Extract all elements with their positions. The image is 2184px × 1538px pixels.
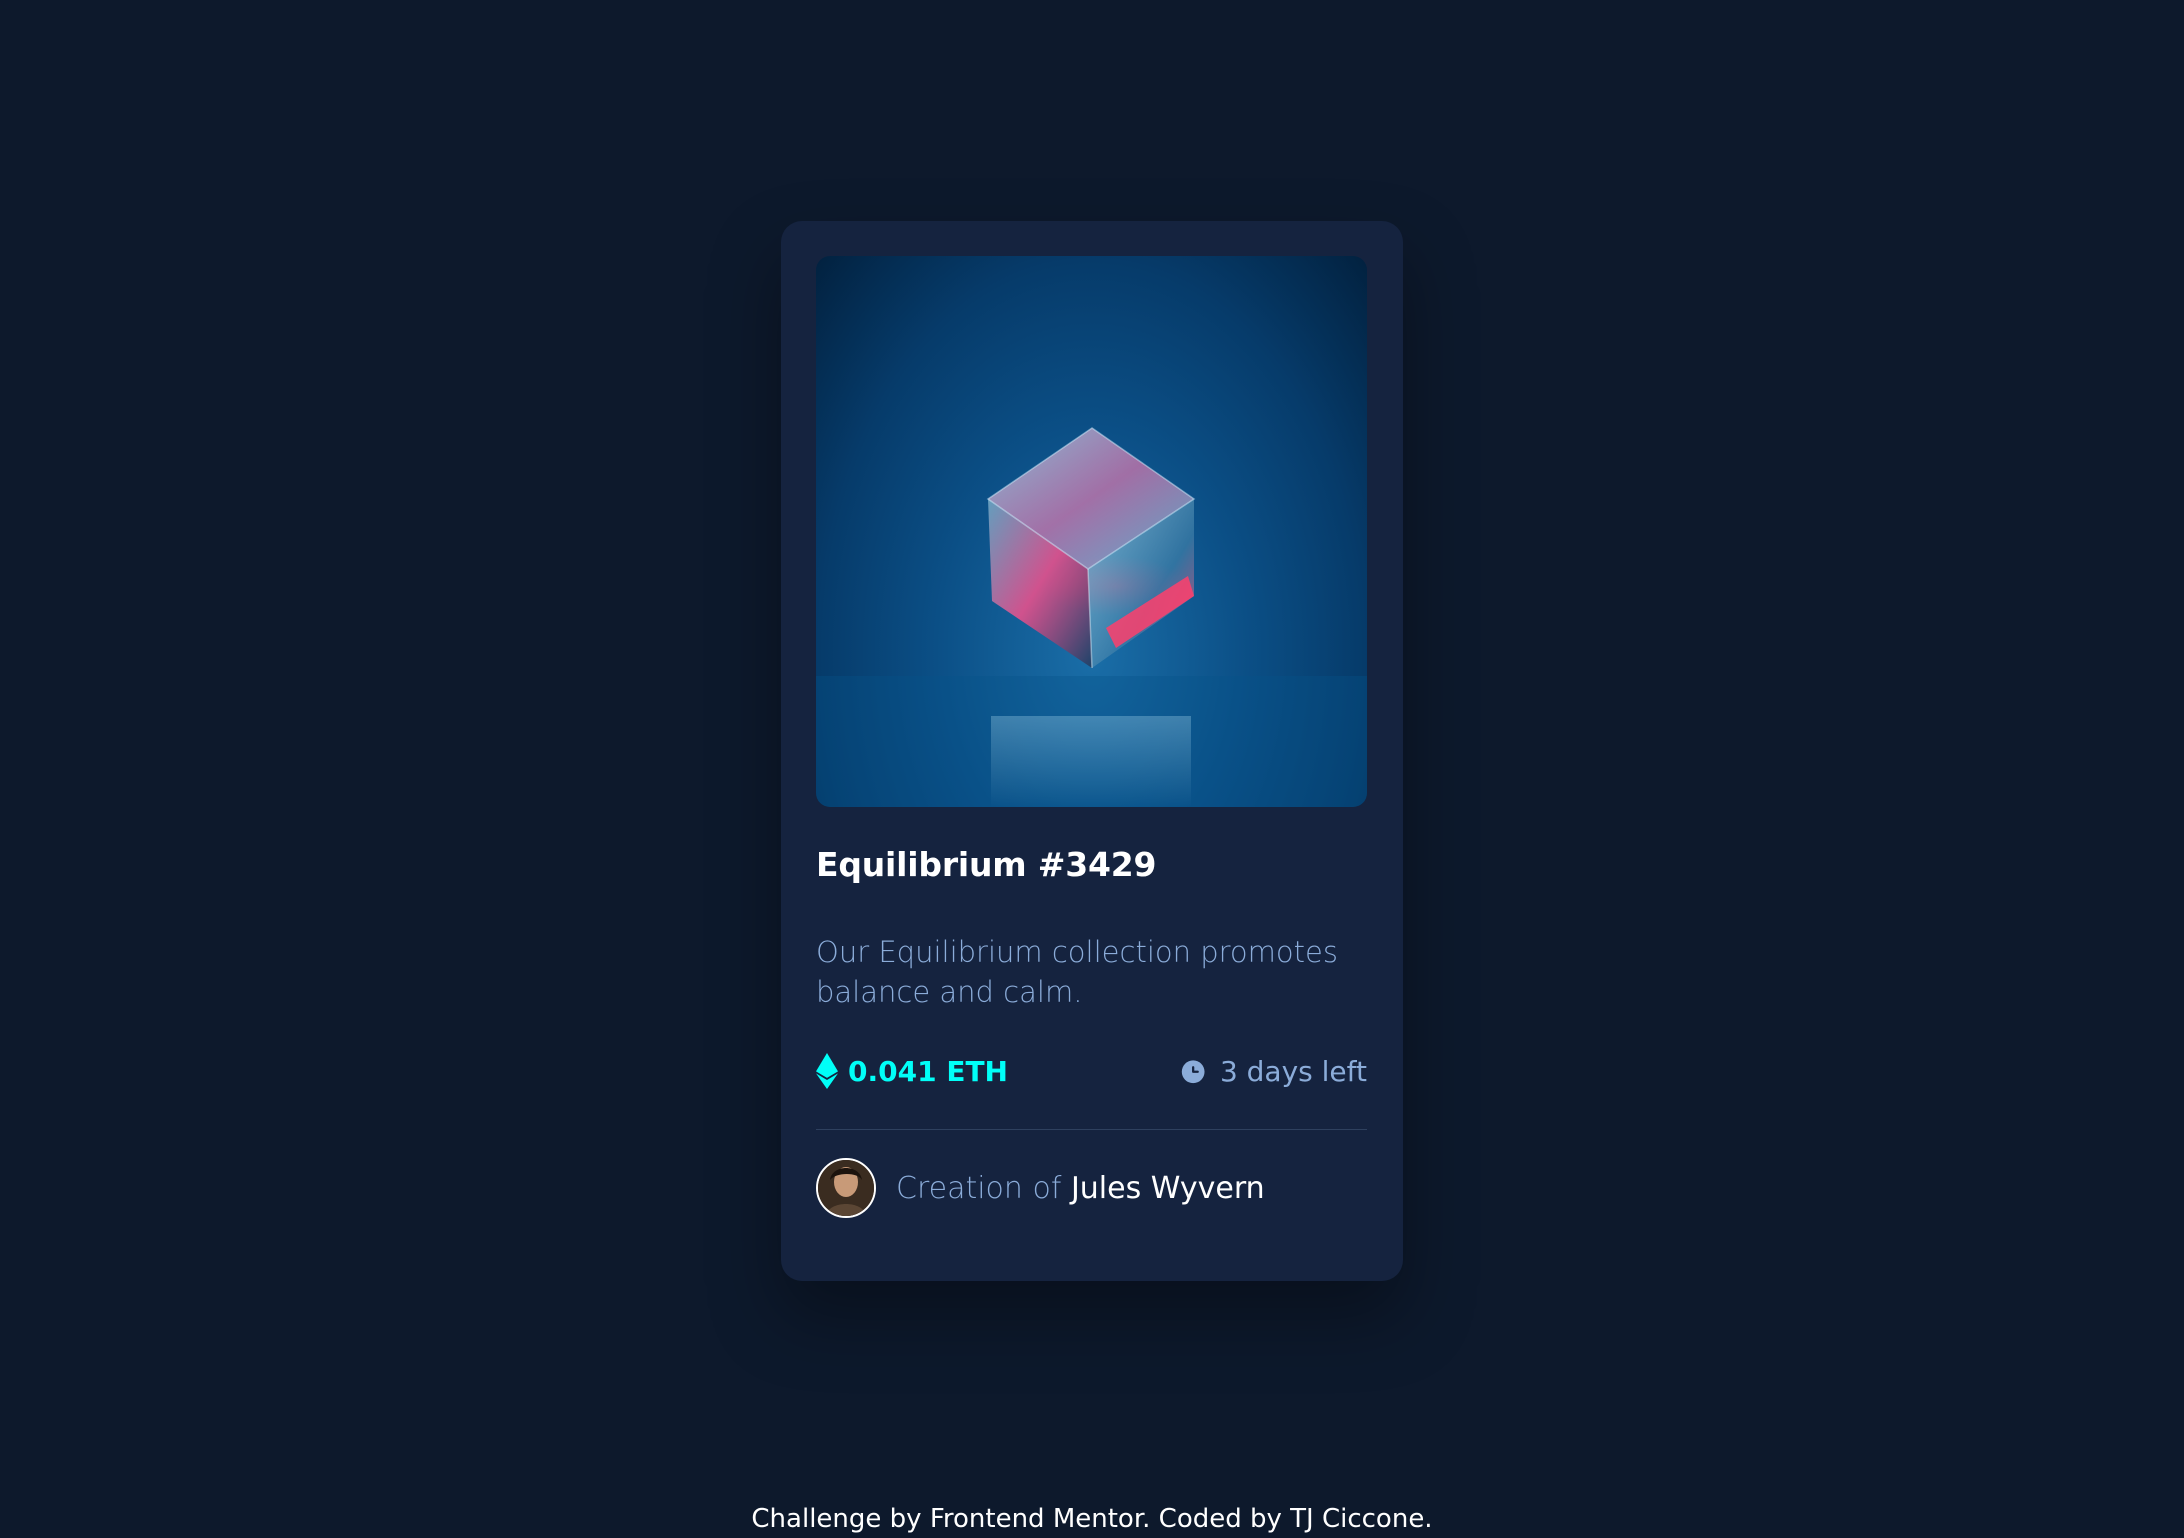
nft-title[interactable]: Equilibrium #3429 bbox=[816, 845, 1156, 884]
equilibrium-cube-image bbox=[816, 427, 1367, 807]
creator-row: Creation of Jules Wyvern bbox=[816, 1157, 1265, 1219]
attribution-footer: Challenge by Frontend Mentor. Coded by T… bbox=[751, 1504, 1433, 1534]
time-left: 3 days left bbox=[1179, 1051, 1367, 1091]
nft-image[interactable] bbox=[816, 256, 1367, 807]
clock-icon bbox=[1181, 1059, 1205, 1083]
divider bbox=[816, 1129, 1367, 1130]
time-left-value: 3 days left bbox=[1219, 1054, 1367, 1088]
nft-card: Equilibrium #3429 Our Equilibrium collec… bbox=[781, 221, 1403, 1281]
ethereum-icon bbox=[816, 1053, 838, 1089]
creator-name-link[interactable]: Jules Wyvern bbox=[1071, 1171, 1265, 1206]
creator-avatar-image bbox=[818, 1160, 874, 1216]
nft-meta: 0.041 ETH 3 days left bbox=[816, 1051, 1367, 1091]
avatar bbox=[816, 1158, 876, 1218]
price: 0.041 ETH bbox=[816, 1051, 1008, 1091]
creator-prefix: Creation of bbox=[896, 1170, 1062, 1206]
nft-description: Our Equilibrium collection promotes bala… bbox=[816, 935, 1338, 1009]
price-value: 0.041 ETH bbox=[848, 1054, 1008, 1088]
creator-text: Creation of Jules Wyvern bbox=[896, 1171, 1265, 1206]
